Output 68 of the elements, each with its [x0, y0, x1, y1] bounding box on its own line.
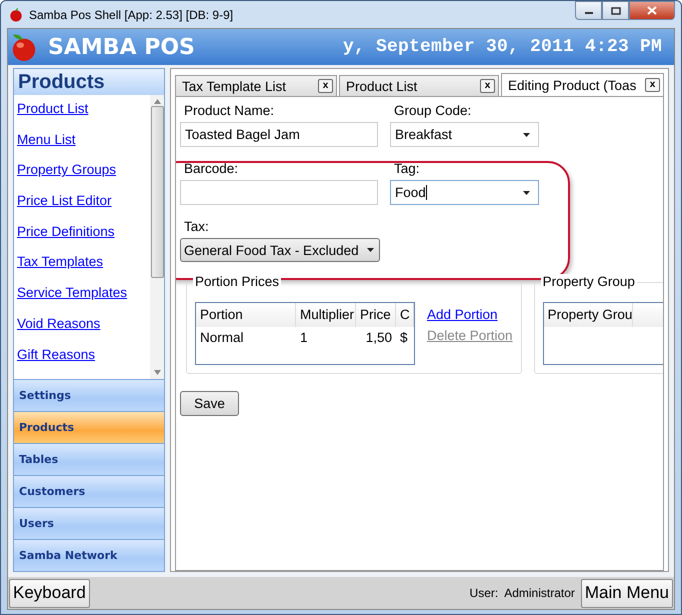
user-name: Administrator	[504, 586, 575, 600]
tab-close-button[interactable]: x	[480, 79, 495, 93]
sidebar-title: Products	[14, 69, 164, 95]
table-cell-text: 1,50	[364, 329, 393, 347]
tab-label: Tax Template List	[182, 78, 288, 94]
scroll-up-icon	[154, 99, 160, 104]
save-button[interactable]: Save	[180, 391, 239, 416]
table-cell-text: 1	[299, 329, 309, 347]
tab-label: Editing Product (Toas	[508, 78, 638, 92]
tab[interactable]: Tax Template List x	[175, 75, 337, 96]
apple-icon	[9, 8, 23, 22]
sidebar-link[interactable]: Product List	[17, 101, 150, 132]
group-title: Portion Prices	[193, 274, 282, 289]
sidebar-link[interactable]: Service Templates	[17, 285, 150, 316]
section-button[interactable]: Samba Network	[14, 539, 164, 571]
tab-close-button[interactable]: x	[645, 78, 660, 92]
scrollbar-thumb[interactable]	[150, 106, 164, 278]
table-cell-text: Normal	[199, 329, 245, 347]
close-icon	[647, 6, 657, 15]
minimize-button[interactable]	[575, 1, 602, 20]
section-button[interactable]: Settings	[14, 379, 164, 411]
sidebar-link[interactable]: Price List Editor	[17, 193, 150, 224]
scrollbar[interactable]	[150, 95, 164, 379]
caret-icon	[523, 132, 530, 136]
section-button[interactable]: Products	[14, 411, 164, 443]
app-name: SAMBA POS	[48, 34, 195, 60]
group-code-dropdown[interactable]: Breakfast	[390, 122, 539, 147]
section-button[interactable]: Customers	[14, 475, 164, 507]
sidebar-link[interactable]: Price Definitions	[17, 224, 150, 254]
main-menu-button[interactable]: Main Menu	[580, 578, 673, 608]
date-time: y, September 30, 2011 4:23 PM	[342, 37, 662, 57]
add-portion-link[interactable]: Add Portion	[427, 307, 513, 322]
sidebar-link[interactable]: Property Groups	[17, 162, 150, 194]
barcode-field[interactable]	[180, 180, 378, 205]
sidebar-link[interactable]: Gift Reasons	[17, 346, 150, 378]
field-label: Barcode:	[183, 161, 240, 178]
caret-icon	[523, 190, 530, 194]
close-button[interactable]	[629, 1, 675, 20]
tab[interactable]: Product List x	[339, 75, 499, 96]
maximize-icon	[610, 6, 620, 14]
sidebar-link[interactable]: Void Reasons	[17, 316, 150, 346]
sidebar-link[interactable]: Tax Templates	[17, 254, 150, 286]
tax-dropdown[interactable]: General Food Tax - Excluded	[180, 238, 380, 262]
maximize-button[interactable]	[602, 1, 629, 20]
window-title: Samba Pos Shell [App: 2.53] [DB: 9-9]	[29, 8, 234, 22]
column-header[interactable]: Price	[356, 303, 396, 327]
group-title: Property Group	[540, 274, 637, 289]
column-header[interactable]: Multiplier	[296, 303, 356, 327]
tag-dropdown[interactable]: Food	[390, 180, 539, 205]
field-label: Product Name:	[183, 103, 276, 120]
tab-close-button[interactable]: x	[318, 79, 333, 93]
field-label: Tag:	[393, 161, 421, 178]
tab-label: Product List	[346, 78, 418, 94]
scroll-down-icon	[154, 370, 160, 375]
product-name-field[interactable]: Toasted Bagel Jam	[180, 122, 378, 147]
apple-icon	[10, 32, 38, 62]
field-label: Group Code:	[393, 103, 472, 120]
column-header[interactable]: C	[396, 303, 414, 327]
field-label: Tax:	[183, 219, 210, 236]
column-header[interactable]: Portion	[196, 303, 296, 327]
user-label: User:	[470, 586, 498, 600]
sidebar-link[interactable]: Menu List	[17, 132, 150, 162]
caret-icon	[367, 248, 374, 252]
section-button[interactable]: Tables	[14, 443, 164, 475]
keyboard-button[interactable]: Keyboard	[9, 578, 90, 608]
tab[interactable]: Editing Product (Toas x	[501, 73, 664, 96]
section-button[interactable]: Users	[14, 507, 164, 539]
table-cell-text: $	[399, 329, 409, 347]
